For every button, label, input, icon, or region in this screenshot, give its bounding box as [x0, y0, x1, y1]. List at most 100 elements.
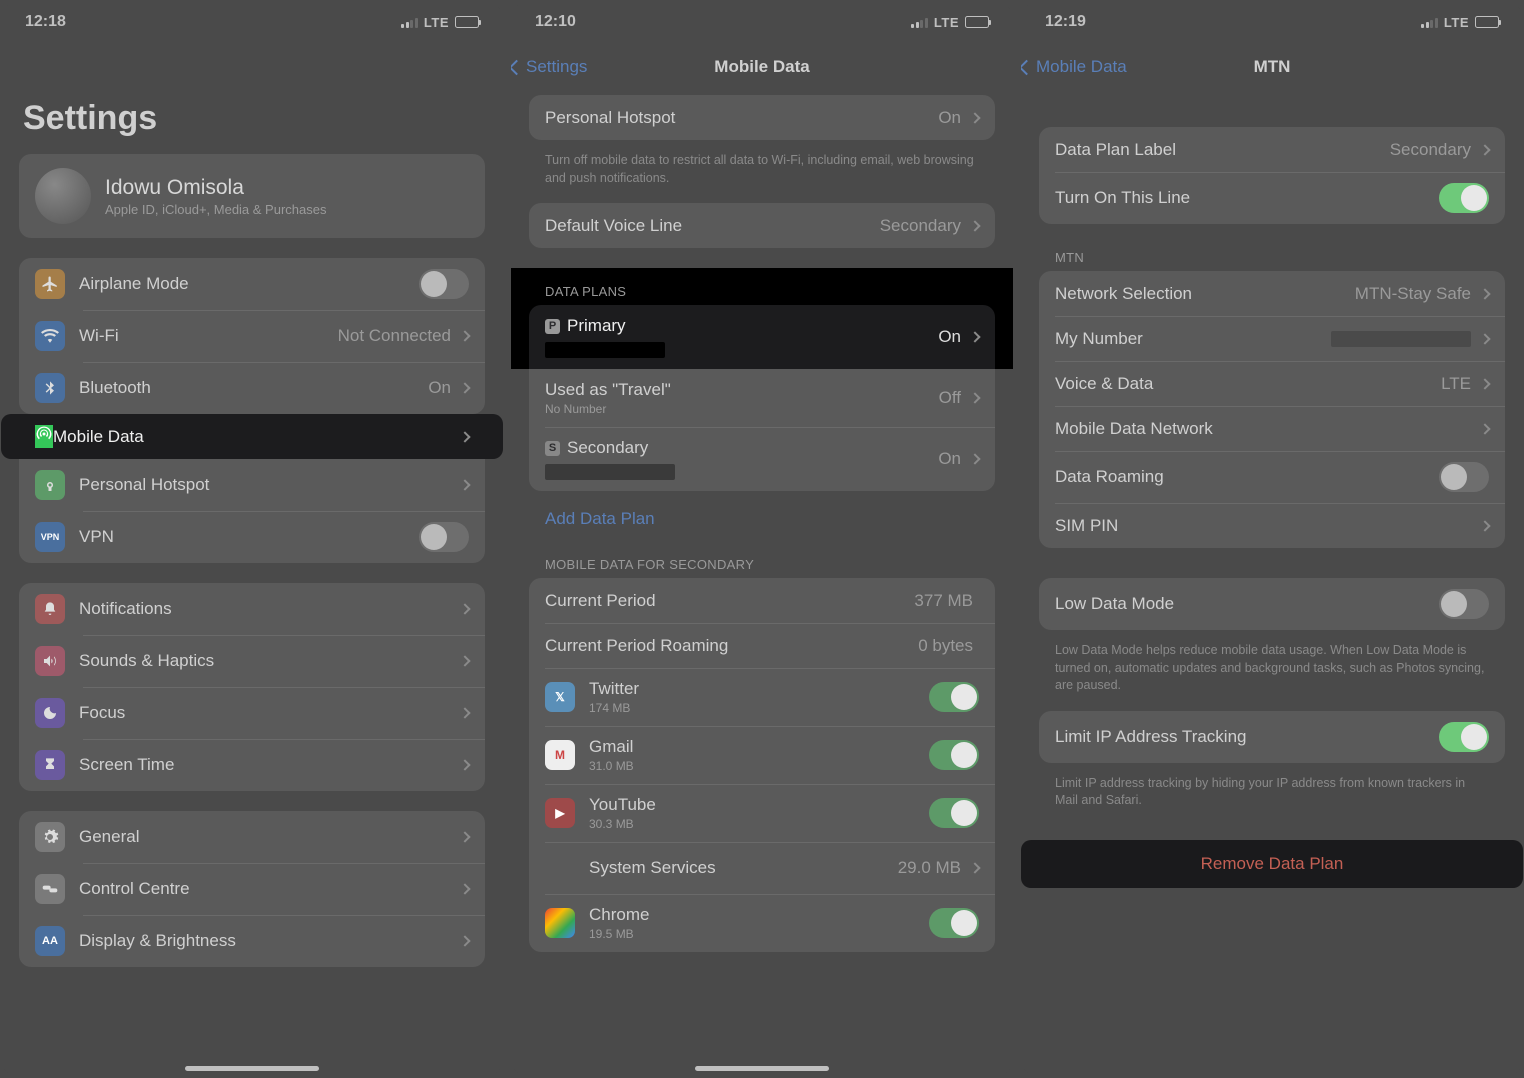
turn-on-line-row[interactable]: Turn On This Line	[1039, 172, 1505, 224]
plan-badge: P	[545, 319, 560, 334]
row-label: Display & Brightness	[79, 931, 457, 951]
airplane-mode-row[interactable]: Airplane Mode	[19, 258, 485, 310]
status-right: LTE	[401, 15, 479, 30]
roaming-toggle[interactable]	[1439, 462, 1489, 492]
row-value: Secondary	[880, 216, 961, 236]
nav-bar: Mobile Data MTN	[1021, 43, 1523, 87]
airplane-toggle[interactable]	[419, 269, 469, 299]
profile-name: Idowu Omisola	[105, 176, 326, 200]
back-button[interactable]: Settings	[511, 57, 587, 77]
personal-hotspot-row[interactable]: Personal Hotspot On	[529, 95, 995, 140]
current-period-row[interactable]: Current Period 377 MB	[529, 578, 995, 623]
status-time: 12:19	[1045, 13, 1086, 31]
voice-data-row[interactable]: Voice & Data LTE	[1039, 361, 1505, 406]
app-usage-row[interactable]: Chrome 19.5 MB	[529, 894, 995, 952]
travel-plan-row[interactable]: Used as "Travel" No Number Off	[529, 369, 995, 427]
data-plan-label-row[interactable]: Data Plan Label Secondary	[1039, 127, 1505, 172]
mobile-data-network-row[interactable]: Mobile Data Network	[1039, 406, 1505, 451]
mtn-content[interactable]: Data Plan Label Secondary Turn On This L…	[1021, 87, 1523, 1077]
general-group: General Control Centre AA Display & Brig…	[19, 811, 485, 967]
app-toggle[interactable]	[929, 908, 979, 938]
home-indicator[interactable]	[185, 1066, 319, 1071]
network-label: LTE	[934, 15, 959, 30]
row-label: Limit IP Address Tracking	[1055, 727, 1439, 747]
network-selection-row[interactable]: Network Selection MTN-Stay Safe	[1039, 271, 1505, 316]
add-data-plan-button[interactable]: Add Data Plan	[529, 497, 995, 541]
row-label: Voice & Data	[1055, 374, 1441, 394]
secondary-plan-row[interactable]: S Secondary On	[529, 427, 995, 491]
connectivity-group: Airplane Mode Wi-Fi Not Connected Blueto…	[19, 258, 485, 414]
current-roaming-row[interactable]: Current Period Roaming 0 bytes	[529, 623, 995, 668]
limit-ip-toggle[interactable]	[1439, 722, 1489, 752]
display-row[interactable]: AA Display & Brightness	[19, 915, 485, 967]
battery-icon	[965, 16, 989, 28]
sounds-row[interactable]: Sounds & Haptics	[19, 635, 485, 687]
row-value: On	[938, 327, 961, 347]
low-data-toggle[interactable]	[1439, 589, 1489, 619]
bluetooth-row[interactable]: Bluetooth On	[19, 362, 485, 414]
row-label: Bluetooth	[79, 378, 428, 398]
row-label: Used as "Travel"	[545, 380, 939, 400]
hourglass-icon	[35, 750, 65, 780]
app-toggle[interactable]	[929, 798, 979, 828]
display-icon: AA	[35, 926, 65, 956]
apple-id-row[interactable]: Idowu Omisola Apple ID, iCloud+, Media &…	[19, 154, 485, 238]
app-toggle[interactable]	[929, 740, 979, 770]
control-centre-row[interactable]: Control Centre	[19, 863, 485, 915]
my-number-row[interactable]: My Number	[1039, 316, 1505, 361]
limit-ip-row[interactable]: Limit IP Address Tracking	[1039, 711, 1505, 763]
focus-row[interactable]: Focus	[19, 687, 485, 739]
chevron-icon	[969, 862, 980, 873]
row-label: Sounds & Haptics	[79, 651, 457, 671]
app-toggle[interactable]	[929, 682, 979, 712]
row-value: LTE	[1441, 374, 1471, 394]
chevron-icon	[969, 453, 980, 464]
low-data-footer: Low Data Mode helps reduce mobile data u…	[1039, 636, 1505, 711]
wifi-row[interactable]: Wi-Fi Not Connected	[19, 310, 485, 362]
back-label: Mobile Data	[1036, 57, 1127, 77]
vpn-row[interactable]: VPN VPN	[19, 511, 485, 563]
redacted-number	[545, 464, 675, 480]
screen-time-row[interactable]: Screen Time	[19, 739, 485, 791]
screen-mobile-data: 12:10 LTE Settings Mobile Data Personal …	[511, 1, 1013, 1077]
app-name: YouTube	[589, 795, 929, 815]
general-row[interactable]: General	[19, 811, 485, 863]
app-usage-row[interactable]: 𝕏 Twitter 174 MB	[529, 668, 995, 726]
system-services-row[interactable]: System Services 29.0 MB	[529, 842, 995, 894]
low-data-mode-row[interactable]: Low Data Mode	[1039, 578, 1505, 630]
notifications-group: Notifications Sounds & Haptics Focus Scr…	[19, 583, 485, 791]
row-label: Focus	[79, 703, 457, 723]
row-value: MTN-Stay Safe	[1355, 284, 1471, 304]
app-size: 31.0 MB	[589, 759, 929, 773]
row-label: Data Plan Label	[1055, 140, 1390, 160]
data-plans-section: DATA PLANS P Primary On	[511, 268, 1013, 369]
screen-settings: 12:18 LTE Settings Idowu Omisola Apple I…	[1, 1, 503, 1077]
vpn-toggle[interactable]	[419, 522, 469, 552]
mobile-data-content[interactable]: Personal Hotspot On Turn off mobile data…	[511, 87, 1013, 1077]
back-button[interactable]: Mobile Data	[1021, 57, 1127, 77]
app-usage-row[interactable]: M Gmail 31.0 MB	[529, 726, 995, 784]
chevron-icon	[459, 831, 470, 842]
mobile-data-row[interactable]: Mobile Data	[1, 414, 503, 459]
remove-data-plan-button[interactable]: Remove Data Plan	[1021, 840, 1523, 888]
chevron-icon	[459, 382, 470, 393]
chevron-icon	[459, 431, 470, 442]
line-toggle[interactable]	[1439, 183, 1489, 213]
screen-mtn: 12:19 LTE Mobile Data MTN Data Plan Labe…	[1021, 1, 1523, 1077]
row-label: Airplane Mode	[79, 274, 419, 294]
row-value: On	[428, 378, 451, 398]
sim-pin-row[interactable]: SIM PIN	[1039, 503, 1505, 548]
vpn-icon: VPN	[35, 522, 65, 552]
row-label: Secondary	[567, 438, 648, 458]
home-indicator[interactable]	[695, 1066, 829, 1071]
data-roaming-row[interactable]: Data Roaming	[1039, 451, 1505, 503]
plan-badge: S	[545, 441, 560, 456]
personal-hotspot-row[interactable]: Personal Hotspot	[19, 459, 485, 511]
notifications-row[interactable]: Notifications	[19, 583, 485, 635]
default-voice-row[interactable]: Default Voice Line Secondary	[529, 203, 995, 248]
row-label: Mobile Data	[53, 427, 455, 447]
settings-content[interactable]: Settings Idowu Omisola Apple ID, iCloud+…	[1, 43, 503, 1077]
app-usage-row[interactable]: ▶ YouTube 30.3 MB	[529, 784, 995, 842]
nav-title: Mobile Data	[714, 57, 809, 77]
primary-plan-row[interactable]: P Primary On	[529, 305, 995, 369]
